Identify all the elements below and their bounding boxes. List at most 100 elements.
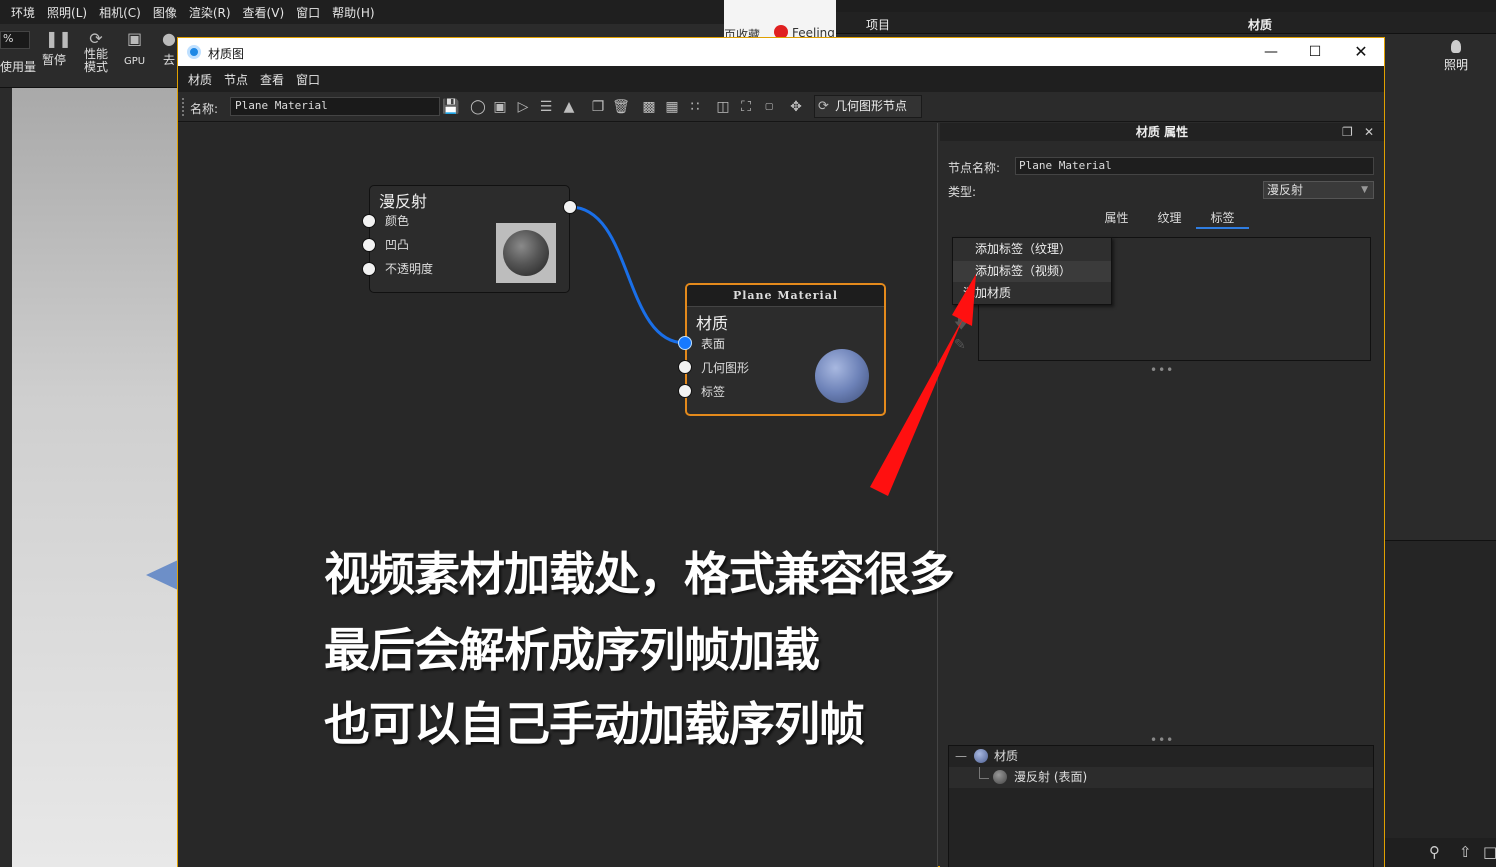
bg-triangle-marker <box>146 560 178 590</box>
panel-close-icon[interactable]: ✕ <box>1364 125 1374 139</box>
diffuse-sphere-icon <box>993 770 1007 784</box>
bg-right-top <box>836 0 1496 12</box>
material-tag-port[interactable] <box>678 384 692 398</box>
window-toolbar: 名称: Plane Material 💾 ◯ ▣ ▷ ☰ ▲ ❐ 🗑 ▩ ▦ ∷… <box>178 92 1384 122</box>
bg-menu-env[interactable]: 环境 <box>6 4 40 21</box>
bg-menu-camera[interactable]: 相机(C) <box>94 4 146 21</box>
performance-icon: ⟳ <box>89 29 103 48</box>
bg-menu-render[interactable]: 渲染(R) <box>184 4 236 21</box>
window-titlebar[interactable]: 材质图 — ☐ ✕ <box>178 38 1384 66</box>
bg-menu-window[interactable]: 窗口 <box>291 4 325 21</box>
menu-window[interactable]: 窗口 <box>290 71 326 88</box>
app-icon <box>187 45 201 59</box>
diffuse-to-surface-wire <box>569 205 686 345</box>
node-name-input[interactable]: Plane Material <box>1015 157 1374 175</box>
tab-texture[interactable]: 纹理 <box>1143 207 1196 229</box>
zoom-100-icon[interactable]: ▢ <box>760 98 778 116</box>
undock-icon[interactable]: ❐ <box>1342 125 1353 139</box>
maximize-icon[interactable]: ☐ <box>1292 38 1338 66</box>
tree-diffuse-label: 漫反射 (表面) <box>1014 770 1088 784</box>
trash-icon[interactable]: 🗑 <box>612 98 630 116</box>
menu-add-video-tag[interactable]: 添加标签（视频） <box>953 261 1111 282</box>
copy-icon[interactable]: ❐ <box>589 98 607 116</box>
bg-percent-field[interactable]: % <box>0 31 30 49</box>
tree-material-label: 材质 <box>994 749 1019 763</box>
layout-icon[interactable]: ◫ <box>714 98 732 116</box>
frame-icon[interactable]: □ <box>1483 843 1496 861</box>
diffuse-bump-label: 凹凸 <box>385 238 410 252</box>
diffuse-opacity-port[interactable] <box>362 262 376 276</box>
move-icon[interactable]: ✥ <box>787 98 805 116</box>
material-sphere-icon <box>974 749 988 763</box>
save-icon[interactable]: 💾 <box>442 98 460 116</box>
geometry-node-button[interactable]: ⟳ 几何图形节点 <box>814 95 922 118</box>
bg-gpu-button[interactable]: ▣ GPU <box>124 30 145 68</box>
material-preview-sphere <box>815 349 869 403</box>
zoom-icon[interactable]: ⚲ <box>1429 843 1440 861</box>
window-menubar: 材质 节点 查看 窗口 <box>178 66 1384 92</box>
minimize-icon[interactable]: — <box>1248 38 1294 66</box>
menu-add-texture-tag[interactable]: 添加标签（纹理） <box>953 239 1111 260</box>
refresh-icon: ⟳ <box>818 99 829 114</box>
nodes-icon[interactable]: ∷ <box>686 98 704 116</box>
bg-menu-view[interactable]: 查看(V) <box>238 4 290 21</box>
node-graph-canvas[interactable]: 漫反射 颜色 凹凸 不透明度 Plane Material 材质 表面 几何图形… <box>178 123 938 867</box>
material-node[interactable]: Plane Material 材质 表面 几何图形 标签 <box>678 283 886 416</box>
bg-menubar: 环境 照明(L) 相机(C) 图像 渲染(R) 查看(V) 窗口 帮助(H) <box>0 0 724 24</box>
splitter-handle-top[interactable]: ••• <box>1150 363 1174 377</box>
bg-performance-button[interactable]: ⟳ 性能 模式 <box>84 30 108 74</box>
diffuse-output-port[interactable] <box>563 200 577 214</box>
diffuse-node[interactable]: 漫反射 颜色 凹凸 不透明度 <box>362 185 577 293</box>
diffuse-color-port[interactable] <box>362 214 376 228</box>
bg-menu-image[interactable]: 图像 <box>148 4 182 21</box>
fit-icon[interactable]: ⛶ <box>737 98 755 116</box>
bg-light-button[interactable]: 照明 <box>1436 40 1476 73</box>
menu-view[interactable]: 查看 <box>254 71 290 88</box>
bg-perf-label-2: 模式 <box>84 60 109 74</box>
edit-icon[interactable]: ✎ <box>954 337 972 353</box>
window-title: 材质图 <box>208 47 245 61</box>
bg-viewport[interactable] <box>0 88 180 867</box>
sphere-preview-icon[interactable]: ◯ <box>469 98 487 116</box>
circle-icon: ● <box>162 29 176 48</box>
bg-project-tab[interactable]: 项目 <box>866 16 890 33</box>
material-geometry-port[interactable] <box>678 360 692 374</box>
material-surface-port[interactable] <box>678 336 692 350</box>
close-icon[interactable]: ✕ <box>1338 38 1384 66</box>
node-name-label: 节点名称: <box>948 161 1001 175</box>
bg-light-label: 照明 <box>1443 58 1468 72</box>
bg-pause-label: 暂停 <box>42 53 67 67</box>
collapse-icon[interactable]: — <box>955 746 967 767</box>
tab-properties[interactable]: 属性 <box>1090 207 1143 229</box>
bg-menu-help[interactable]: 帮助(H) <box>327 4 379 21</box>
type-select[interactable]: 漫反射 ▼ <box>1263 181 1374 199</box>
grid-icon[interactable]: ▦ <box>663 98 681 116</box>
bg-menu-light[interactable]: 照明(L) <box>42 4 92 21</box>
play-icon[interactable]: ▷ <box>514 98 532 116</box>
menu-add-material[interactable]: 添加材质 <box>953 283 1111 304</box>
menu-node[interactable]: 节点 <box>218 71 254 88</box>
pause-icon: ❚❚ <box>45 29 72 48</box>
bg-material-tab[interactable]: 材质 <box>1248 16 1272 33</box>
tab-tags[interactable]: 标签 <box>1196 207 1249 229</box>
properties-title-bar: 材质 属性 ❐ ✕ <box>940 123 1384 141</box>
arrow-down-icon[interactable]: 🡇 <box>954 313 972 332</box>
bg-pause-button[interactable]: ❚❚ 暂停 <box>42 29 72 67</box>
diffuse-bump-port[interactable] <box>362 238 376 252</box>
geometry-node-label: 几何图形节点 <box>835 99 908 113</box>
sliders-icon[interactable]: ☰ <box>537 98 555 116</box>
upload-icon[interactable]: ⇧ <box>1459 843 1472 861</box>
toolbar-grip[interactable] <box>182 98 184 116</box>
props-tabs: 属性 纹理 标签 <box>1090 207 1249 229</box>
tree-row-material[interactable]: — 材质 <box>949 746 1373 767</box>
bg-go-button[interactable]: ● 去 <box>160 30 178 67</box>
properties-title: 材质 属性 <box>1135 125 1189 139</box>
menu-material[interactable]: 材质 <box>182 71 218 88</box>
tree-row-diffuse[interactable]: 漫反射 (表面) <box>949 767 1373 788</box>
name-input[interactable]: Plane Material <box>230 97 440 116</box>
node-add-icon[interactable]: ▩ <box>640 98 658 116</box>
checker-icon[interactable]: ▣ <box>491 98 509 116</box>
material-tree: — 材质 漫反射 (表面) <box>948 745 1374 867</box>
type-label: 类型: <box>948 185 977 199</box>
flask-icon[interactable]: ▲ <box>560 98 578 116</box>
